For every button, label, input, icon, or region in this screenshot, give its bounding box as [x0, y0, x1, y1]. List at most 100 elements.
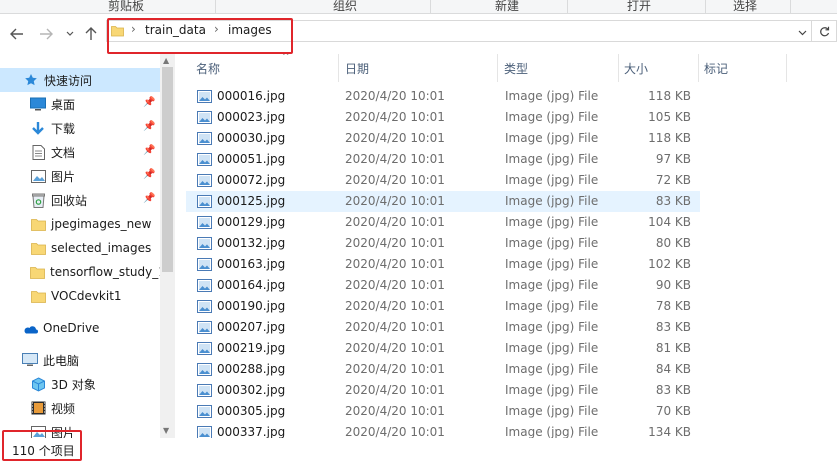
back-button[interactable]: [8, 24, 26, 44]
file-type: Image (jpg) File: [505, 257, 599, 271]
column-divider[interactable]: [497, 54, 498, 82]
picture-icon: [30, 168, 46, 184]
file-row[interactable]: 000207.jpg 2020/4/20 10:01 Image (jpg) Fil…: [186, 317, 700, 338]
computer-icon: [22, 352, 38, 368]
file-row[interactable]: 000051.jpg 2020/4/20 10:01 Image (jpg) Fil…: [186, 149, 700, 170]
file-row[interactable]: 000125.jpg 2020/4/20 10:01 Image (jpg) Fil…: [186, 191, 700, 212]
file-name: 000288.jpg: [217, 362, 286, 376]
column-header-name[interactable]: 名称 ^: [196, 54, 336, 82]
column-header-date[interactable]: 日期: [345, 54, 495, 82]
sidebar-item-label: 下载: [51, 121, 76, 136]
chevron-down-icon: [798, 30, 807, 36]
image-file-icon: [197, 279, 212, 292]
file-row[interactable]: 000337.jpg 2020/4/20 10:01 Image (jpg) Fil…: [186, 422, 700, 438]
file-row[interactable]: 000163.jpg 2020/4/20 10:01 Image (jpg) Fil…: [186, 254, 700, 275]
sidebar-item-label: selected_images: [51, 241, 152, 255]
sidebar-item-recycle-bin[interactable]: 回收站 📌: [0, 188, 160, 212]
file-name: 000072.jpg: [217, 173, 286, 187]
column-header-label: 名称: [196, 61, 221, 76]
file-date: 2020/4/20 10:01: [345, 362, 445, 376]
file-row[interactable]: 000072.jpg 2020/4/20 10:01 Image (jpg) Fil…: [186, 170, 700, 191]
chevron-down-icon: [66, 31, 74, 36]
sidebar-item-onedrive[interactable]: OneDrive: [0, 316, 160, 340]
cube-icon: [30, 376, 46, 392]
sidebar-item-label: jpegimages_new: [51, 217, 152, 231]
sidebar-item-label: tensorflow_study_1: [50, 265, 166, 279]
column-divider[interactable]: [698, 54, 699, 82]
address-history-dropdown[interactable]: [798, 26, 807, 39]
column-divider[interactable]: [618, 54, 619, 82]
image-file-icon: [197, 174, 212, 187]
sidebar-item-label: 回收站: [51, 193, 88, 208]
sidebar-item-this-pc[interactable]: 此电脑: [0, 348, 160, 372]
sidebar-item-jpegimages-new[interactable]: jpegimages_new: [0, 212, 160, 236]
file-row[interactable]: 000305.jpg 2020/4/20 10:01 Image (jpg) Fil…: [186, 401, 700, 422]
sidebar-item-videos[interactable]: 视频: [0, 396, 160, 420]
image-file-icon: [197, 342, 212, 355]
ribbon-divider: [705, 0, 706, 14]
pin-icon: 📌: [143, 145, 156, 156]
file-row[interactable]: 000219.jpg 2020/4/20 10:01 Image (jpg) Fil…: [186, 338, 700, 359]
file-row[interactable]: 000030.jpg 2020/4/20 10:01 Image (jpg) Fil…: [186, 128, 700, 149]
recent-locations-button[interactable]: [63, 24, 77, 44]
file-name: 000132.jpg: [217, 236, 286, 250]
sidebar-item-desktop[interactable]: 桌面 📌: [0, 92, 160, 116]
pin-icon: 📌: [143, 169, 156, 180]
file-row[interactable]: 000288.jpg 2020/4/20 10:01 Image (jpg) Fil…: [186, 359, 700, 380]
sidebar-item-label: 3D 对象: [51, 377, 96, 392]
sidebar-scrollbar-thumb[interactable]: [162, 67, 173, 272]
ribbon-group-new: 新建: [495, 0, 520, 13]
file-row[interactable]: 000132.jpg 2020/4/20 10:01 Image (jpg) Fil…: [186, 233, 700, 254]
sidebar-item-documents[interactable]: 文档 📌: [0, 140, 160, 164]
sidebar-item-downloads[interactable]: 下载 📌: [0, 116, 160, 140]
up-button[interactable]: [82, 24, 100, 44]
file-date: 2020/4/20 10:01: [345, 173, 445, 187]
column-header-type[interactable]: 类型: [504, 54, 614, 82]
file-size: 84 KB: [655, 362, 691, 376]
column-divider[interactable]: [338, 54, 339, 82]
file-date: 2020/4/20 10:01: [345, 131, 445, 145]
file-row[interactable]: 000129.jpg 2020/4/20 10:01 Image (jpg) Fil…: [186, 212, 700, 233]
sidebar-item-selected-images[interactable]: selected_images: [0, 236, 160, 260]
refresh-button[interactable]: [812, 20, 837, 42]
ribbon-divider: [430, 0, 431, 14]
sidebar-item-tensorflow-study-1[interactable]: tensorflow_study_1: [0, 260, 166, 284]
file-size: 118 KB: [648, 89, 691, 103]
file-name: 000163.jpg: [217, 257, 286, 271]
file-row[interactable]: 000016.jpg 2020/4/20 10:01 Image (jpg) Fil…: [186, 86, 700, 107]
video-icon: [30, 400, 46, 416]
column-divider[interactable]: [786, 54, 787, 82]
star-icon: [23, 72, 39, 88]
file-date: 2020/4/20 10:01: [345, 215, 445, 229]
sidebar-item-quick-access[interactable]: 快速访问: [0, 68, 160, 92]
file-size: 83 KB: [655, 320, 691, 334]
file-row[interactable]: 000302.jpg 2020/4/20 10:01 Image (jpg) Fil…: [186, 380, 700, 401]
ribbon-group-open: 打开: [627, 0, 652, 13]
sidebar-item-label: 文档: [51, 145, 76, 160]
scroll-up-icon[interactable]: ▲: [163, 56, 169, 65]
sidebar-item-vocdevkit1[interactable]: VOCdevkit1: [0, 284, 160, 308]
sidebar-item-3d-objects[interactable]: 3D 对象: [0, 372, 160, 396]
column-header-size[interactable]: 大小: [624, 54, 694, 82]
file-type: Image (jpg) File: [505, 131, 599, 145]
arrow-up-icon: [85, 27, 97, 40]
file-date: 2020/4/20 10:01: [345, 425, 445, 438]
file-row[interactable]: 000164.jpg 2020/4/20 10:01 Image (jpg) Fil…: [186, 275, 700, 296]
file-row[interactable]: 000023.jpg 2020/4/20 10:01 Image (jpg) Fil…: [186, 107, 700, 128]
column-header-label: 大小: [624, 61, 649, 76]
scroll-down-icon[interactable]: ▼: [163, 426, 169, 435]
sidebar-item-label: 快速访问: [44, 73, 93, 88]
sidebar-scrollbar[interactable]: ▲ ▼: [160, 54, 175, 438]
file-type: Image (jpg) File: [505, 362, 599, 376]
forward-button[interactable]: [37, 24, 55, 44]
ribbon-group-clipboard: 剪贴板: [108, 0, 145, 13]
sidebar-item-pictures[interactable]: 图片 📌: [0, 164, 160, 188]
column-header-label: 标记: [704, 61, 729, 76]
file-name: 000190.jpg: [217, 299, 286, 313]
file-row[interactable]: 000190.jpg 2020/4/20 10:01 Image (jpg) Fil…: [186, 296, 700, 317]
image-file-icon: [197, 153, 212, 166]
download-icon: [30, 120, 46, 136]
file-date: 2020/4/20 10:01: [345, 236, 445, 250]
column-header-tags[interactable]: 标记: [704, 54, 784, 82]
folder-icon: [30, 288, 46, 304]
